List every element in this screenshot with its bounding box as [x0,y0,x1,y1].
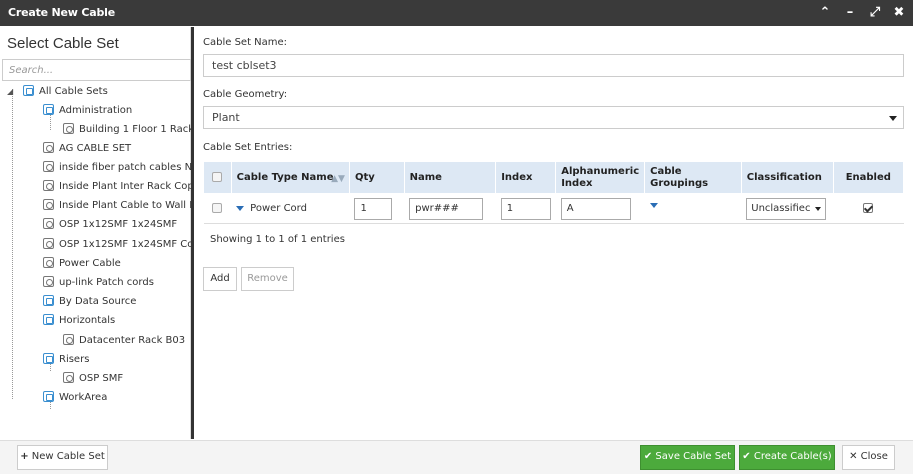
expand-icon[interactable]: ◢ [7,83,13,101]
chevron-down-icon[interactable] [236,205,245,211]
tree-item-ag-cable-set[interactable]: AG CABLE SET [43,140,131,158]
cable-set-icon [43,180,54,191]
plus-icon: + [20,451,29,462]
cable-set-icon [63,334,74,345]
column-header[interactable]: Qty [348,161,405,194]
dialog-footer: + New Cable Set ✔ Save Cable Set ✔ Creat… [0,440,913,474]
folder-icon [43,314,54,325]
tree-item-inside-plant-wall[interactable]: Inside Plant Cable to Wall Pla [43,197,191,215]
window-title: Create New Cable [8,6,115,19]
column-header[interactable]: Enabled [832,161,905,194]
cable-set-tree: ◢ All Cable Sets Administration Building… [1,83,191,419]
close-window-icon[interactable]: ✖ [890,4,908,22]
minimize-icon[interactable]: – [841,4,859,22]
folder-icon [43,104,54,115]
name-input[interactable]: pwr### [409,197,484,220]
cable-set-icon [43,161,54,172]
table-row: Power Cord 1 pwr### 1 A Unclassifiec [203,193,904,224]
cable-set-icon [43,276,54,287]
close-icon: ✕ [849,451,858,462]
chevron-down-icon [889,116,897,121]
panel-title: Select Cable Set [7,35,119,52]
column-header[interactable]: Alphanumeric Index [555,161,646,194]
select-all-checkbox[interactable] [212,171,223,182]
sort-icon[interactable]: ▲▼ [331,173,345,185]
check-icon: ✔ [742,451,751,462]
panel-splitter[interactable] [191,27,194,439]
create-cables-button[interactable]: ✔ Create Cable(s) [739,445,835,470]
folder-icon [43,353,54,364]
cable-set-icon [63,123,74,134]
folder-icon [43,391,54,402]
qty-input[interactable]: 1 [354,197,393,220]
index-input[interactable]: 1 [500,197,551,220]
cable-set-form: Cable Set Name: test cblset3 Cable Geome… [195,27,912,439]
maximize-icon[interactable]: ⤢ [866,4,884,22]
showing-entries-text: Showing 1 to 1 of 1 entries [210,234,345,245]
remove-button[interactable]: Remove [241,267,294,291]
new-cable-set-button[interactable]: + New Cable Set [17,445,108,470]
cable-geometry-label: Cable Geometry: [203,89,288,100]
tree-item-osp-1[interactable]: OSP 1x12SMF 1x24SMF [43,216,177,234]
column-header[interactable]: Cable Groupings [644,161,742,194]
tree-item-administration[interactable]: Administration [27,102,132,120]
tree-item-all-cable-sets[interactable]: ◢ All Cable Sets [7,83,108,101]
chevron-down-icon [815,206,822,211]
cable-set-entries-table: Cable Type Name ▲▼ Qty Name Index Alphanu… [203,161,905,224]
alphanumeric-index-input[interactable]: A [560,197,631,220]
tree-connector [12,89,13,399]
tree-item-uplink-patch[interactable]: up-link Patch cords [43,274,154,292]
enabled-checkbox[interactable] [863,203,874,213]
column-header[interactable]: Name [403,161,497,194]
column-header[interactable]: Classification [740,161,834,194]
search-input[interactable] [2,59,191,81]
save-cable-set-button[interactable]: ✔ Save Cable Set [640,445,735,470]
cable-set-icon [43,199,54,210]
cable-set-icon [63,372,74,383]
cable-set-panel: Select Cable Set ◢ All Cable Sets Admini… [1,27,191,461]
select-all-header[interactable] [203,161,232,194]
check-icon: ✔ [643,451,653,462]
tree-item-osp-copy[interactable]: OSP 1x12SMF 1x24SMF Copy [43,236,191,254]
folder-icon [43,295,54,306]
column-header[interactable]: Index [495,161,557,194]
cable-geometry-select[interactable]: Plant [203,106,904,129]
cable-set-icon [43,238,54,249]
tree-item-power-cable[interactable]: Power Cable [43,255,121,273]
close-button[interactable]: ✕ Close [842,445,895,470]
classification-select[interactable]: Unclassifiec [746,197,827,220]
tree-item-inside-fiber[interactable]: inside fiber patch cables No p [43,159,191,177]
cable-set-icon [43,257,54,268]
tree-item-inside-plant-inter-rack[interactable]: Inside Plant Inter Rack Coppe [43,178,191,196]
cable-set-icon [43,142,54,153]
cable-set-icon [43,218,54,229]
chevron-down-icon[interactable] [649,202,658,208]
tree-item-osp-smf[interactable]: OSP SMF [63,370,123,388]
row-checkbox[interactable] [212,203,223,213]
collapse-icon[interactable]: ⌃ [816,4,834,22]
add-button[interactable]: Add [203,267,237,291]
tree-item-building-1[interactable]: Building 1 Floor 1 Rack B [63,121,191,139]
tree-item-workarea[interactable]: WorkArea [43,389,107,407]
entries-label: Cable Set Entries: [203,142,293,153]
column-header[interactable]: Cable Type Name ▲▼ [230,161,350,194]
cable-set-name-input[interactable]: test cblset3 [203,54,904,77]
cable-type-name: Power Cord [250,203,307,214]
cable-set-name-label: Cable Set Name: [203,37,288,48]
tree-item-risers[interactable]: Risers [27,351,89,369]
folder-icon [23,85,34,96]
tree-item-by-data-source[interactable]: By Data Source [43,293,136,311]
window-titlebar: Create New Cable ⌃ – ⤢ ✖ [0,0,913,26]
tree-item-datacenter-rack[interactable]: Datacenter Rack B03 [63,332,185,350]
tree-item-horizontals[interactable]: Horizontals [27,312,115,330]
